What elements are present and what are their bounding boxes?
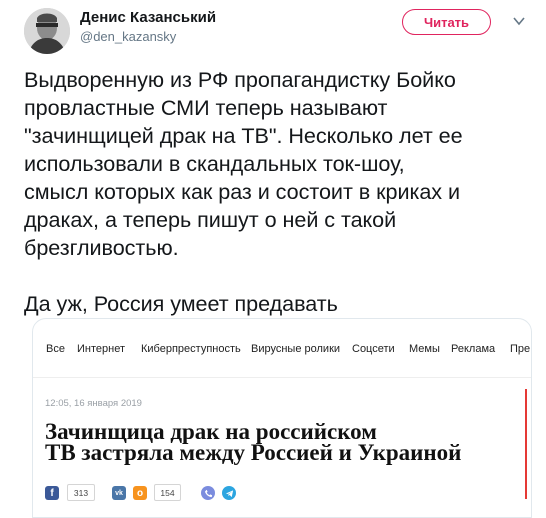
tweet-line: брезгливостью. — [24, 235, 179, 260]
card-nav: Все Интернет Киберпреступность Вирусные … — [33, 319, 531, 378]
accent-divider — [525, 389, 527, 499]
author-handle[interactable]: @den_kazansky — [80, 29, 176, 44]
headline-line: ТВ застряла между Россией и Украиной — [45, 440, 462, 465]
avatar-photo — [24, 8, 70, 54]
article-date: 12:05, 16 января 2019 — [45, 398, 142, 409]
telegram-icon[interactable] — [222, 486, 236, 500]
tweet-line: драках, а теперь пишут о ней с такой — [24, 207, 397, 232]
tweet-paragraph: Выдворенную из РФ пропагандистку Бойко п… — [24, 66, 544, 262]
tweet-text: Выдворенную из РФ пропагандистку Бойко п… — [24, 66, 544, 318]
headline-line: Зачинщица драк на российском — [45, 419, 377, 444]
avatar[interactable] — [24, 8, 70, 54]
viber-icon[interactable] — [201, 486, 215, 500]
nav-item: Мемы — [409, 343, 440, 355]
nav-item: Интернет — [77, 343, 125, 355]
nav-item: Пре — [510, 343, 531, 355]
tweet-line: Выдворенную из РФ пропагандистку Бойко — [24, 67, 456, 92]
odnoklassniki-share-count: 154 — [154, 484, 181, 501]
author-name[interactable]: Денис Казанський — [80, 9, 216, 26]
nav-item: Вирусные ролики — [251, 343, 341, 355]
nav-item: Все — [46, 343, 65, 355]
follow-button[interactable]: Читать — [402, 9, 491, 35]
nav-item: Реклама — [451, 343, 496, 355]
nav-item: Киберпреступность — [141, 343, 241, 355]
tweet-paragraph: Да уж, Россия умеет предавать — [24, 291, 338, 316]
facebook-icon[interactable]: f — [45, 486, 59, 500]
chevron-down-icon[interactable] — [512, 14, 526, 28]
article-headline: Зачинщица драк на российском ТВ застряла… — [45, 419, 525, 465]
vk-icon[interactable]: vk — [112, 486, 126, 500]
nav-item: Соцсети — [352, 343, 395, 355]
facebook-share-count: 313 — [67, 484, 95, 501]
tweet-line: "зачинщицей драк на ТВ". Несколько лет е… — [24, 123, 463, 148]
link-card[interactable]: Все Интернет Киберпреступность Вирусные … — [32, 318, 532, 518]
tweet-line: провластные СМИ теперь называют — [24, 95, 388, 120]
tweet-line: использовали в скандальных ток-шоу, — [24, 151, 405, 176]
odnoklassniki-icon[interactable]: o — [133, 486, 147, 500]
tweet-line: смысл которых как раз и состоит в криках… — [24, 179, 461, 204]
